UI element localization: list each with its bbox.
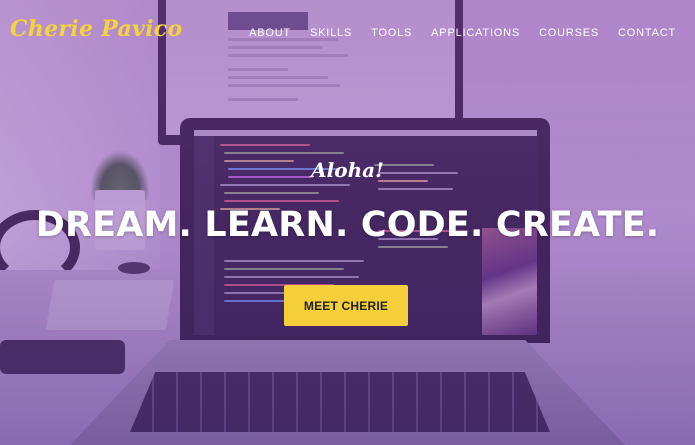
main-nav: ABOUT SKILLS TOOLS APPLICATIONS COURSES … bbox=[230, 27, 676, 39]
meet-cherie-button[interactable]: MEET CHERIE bbox=[284, 285, 408, 326]
hero-greeting: Aloha! bbox=[311, 158, 384, 182]
site-logo[interactable]: Cherie Pavico bbox=[10, 16, 182, 42]
hero-headline: DREAM. LEARN. CODE. CREATE. bbox=[35, 205, 660, 245]
nav-item-contact[interactable]: CONTACT bbox=[618, 27, 676, 39]
nav-item-skills[interactable]: SKILLS bbox=[310, 27, 352, 39]
nav-item-tools[interactable]: TOOLS bbox=[371, 27, 412, 39]
nav-item-about[interactable]: ABOUT bbox=[249, 27, 291, 39]
nav-item-courses[interactable]: COURSES bbox=[539, 27, 599, 39]
nav-item-applications[interactable]: APPLICATIONS bbox=[431, 27, 520, 39]
